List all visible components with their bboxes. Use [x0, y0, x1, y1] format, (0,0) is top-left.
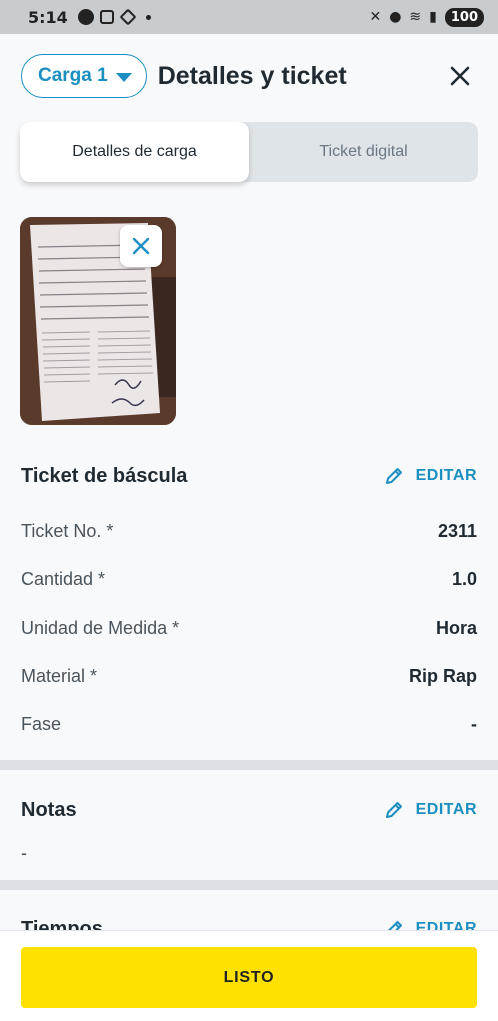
notes-header: Notas EDITAR: [21, 795, 477, 825]
section-divider: [0, 760, 498, 770]
field-value: 1.0: [451, 568, 477, 589]
edit-label: EDITAR: [415, 467, 477, 484]
scale-ticket-header: Ticket de báscula EDITAR: [21, 461, 477, 491]
field-row-unit: Unidad de Medida * Hora: [21, 613, 477, 643]
notification-dot-icon: [145, 14, 151, 20]
location-icon: ●: [389, 9, 402, 25]
edit-scale-ticket-button[interactable]: EDITAR: [384, 466, 477, 486]
field-row-ticket-no: Ticket No. * 2311: [21, 516, 477, 546]
vibrate-mute-icon: ✕: [369, 9, 382, 25]
tab-digital-ticket[interactable]: Ticket digital: [249, 122, 478, 182]
field-value: Hora: [435, 617, 477, 638]
bottom-action-bar: LISTO: [0, 930, 498, 1021]
caret-down-icon: [115, 72, 132, 82]
field-label: Fase: [21, 713, 62, 734]
field-row-quantity: Cantidad * 1.0: [21, 564, 477, 594]
close-icon: [450, 66, 470, 86]
section-title: Ticket de báscula: [21, 464, 188, 487]
load-selector-label: Carga 1: [38, 65, 108, 86]
battery-indicator: 100: [444, 7, 484, 27]
segmented-tabs: Detalles de carga Ticket digital: [20, 122, 478, 182]
page-title: Detalles y ticket: [157, 61, 347, 90]
field-value: -: [471, 713, 477, 734]
field-label: Cantidad *: [21, 568, 106, 589]
tab-load-details[interactable]: Detalles de carga: [20, 122, 249, 182]
field-value: 2311: [437, 520, 477, 541]
header: Carga 1 Detalles y ticket: [21, 54, 477, 98]
wifi-icon: ≋: [409, 9, 422, 25]
load-selector-dropdown[interactable]: Carga 1: [21, 54, 147, 98]
section-divider: [0, 880, 498, 890]
edit-label: EDITAR: [415, 801, 477, 818]
field-row-material: Material * Rip Rap: [21, 661, 477, 691]
edit-notes-button[interactable]: EDITAR: [384, 800, 477, 820]
navigation-app-icon: [77, 9, 94, 25]
field-label: Unidad de Medida *: [21, 617, 180, 638]
remove-photo-button[interactable]: [120, 225, 162, 267]
status-time: 5:14: [28, 7, 68, 27]
signal-icon: ▮: [429, 9, 437, 25]
field-label: Material *: [21, 665, 98, 686]
close-icon: [132, 237, 150, 255]
notes-value: -: [21, 843, 27, 863]
field-label: Ticket No. *: [21, 520, 114, 541]
section-title: Notas: [21, 798, 77, 821]
field-row-phase: Fase -: [21, 709, 477, 739]
message-icon: [99, 10, 114, 24]
field-value: Rip Rap: [408, 665, 477, 686]
pencil-icon: [385, 468, 402, 484]
status-bar: 5:14 ✕ ● ≋ ▮ 100: [0, 0, 498, 34]
done-button[interactable]: LISTO: [21, 947, 477, 1008]
directions-icon: [119, 8, 137, 26]
pencil-icon: [385, 802, 402, 818]
close-button[interactable]: [443, 59, 477, 93]
